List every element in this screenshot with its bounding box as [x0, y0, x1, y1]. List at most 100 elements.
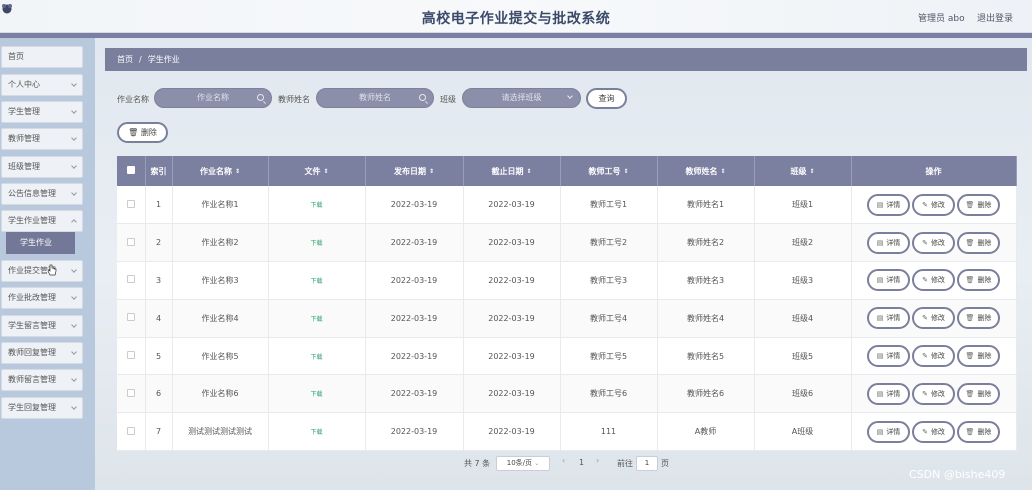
edit-button[interactable]: ✎ 修改: [912, 231, 955, 254]
edit-button[interactable]: ✎ 修改: [912, 307, 955, 330]
delete-button[interactable]: 🗑 删除: [957, 420, 1000, 443]
detail-icon: ▤: [876, 238, 884, 247]
sidebar-item-home[interactable]: 首页: [1, 46, 83, 68]
sort-icon[interactable]: ⇕: [235, 168, 240, 175]
column-header-teacher-id[interactable]: 教师工号 ⇕: [560, 156, 658, 186]
name-cell: 作业名称1: [172, 186, 269, 225]
detail-button[interactable]: ▤ 详情: [867, 307, 910, 330]
sidebar-item-students[interactable]: 学生管理: [1, 101, 83, 123]
current-page[interactable]: 1: [579, 458, 584, 467]
batch-delete-button[interactable]: 🗑 删除: [117, 122, 168, 143]
edit-button[interactable]: ✎ 修改: [912, 420, 955, 443]
delete-button[interactable]: 🗑 删除: [957, 193, 1000, 216]
sort-icon[interactable]: ⇕: [429, 168, 434, 175]
delete-button[interactable]: 🗑 删除: [957, 231, 1000, 254]
table-row: 1 作业名称1 下载 2022-03-19 2022-03-19 教师工号1 教…: [117, 186, 1017, 225]
download-link[interactable]: 下载: [310, 316, 322, 323]
detail-button[interactable]: ▤ 详情: [867, 420, 910, 443]
row-checkbox[interactable]: [126, 388, 135, 397]
delete-button[interactable]: 🗑 删除: [957, 382, 1000, 405]
sidebar-item-teacher-replies[interactable]: 教师回复管理: [1, 342, 83, 364]
page-size-select[interactable]: 10条/页 ⌄: [496, 456, 550, 471]
sidebar-item-submissions[interactable]: 作业提交管理: [1, 260, 83, 282]
row-select-cell[interactable]: [117, 337, 146, 376]
sidebar-item-profile[interactable]: 个人中心: [1, 74, 83, 96]
column-header-publish-date[interactable]: 发布日期 ⇕: [365, 156, 464, 186]
sidebar-item-homework[interactable]: 学生作业管理: [1, 210, 83, 232]
column-header-deadline[interactable]: 截止日期 ⇕: [463, 156, 561, 186]
select-all-header[interactable]: [117, 156, 146, 186]
teacher-name-input[interactable]: 教师姓名: [316, 88, 434, 108]
sidebar-item-classes[interactable]: 班级管理: [1, 156, 83, 178]
class-select[interactable]: 请选择班级: [462, 88, 581, 108]
next-page-button[interactable]: ›: [596, 456, 599, 465]
download-link[interactable]: 下载: [310, 391, 322, 398]
edit-button[interactable]: ✎ 修改: [912, 382, 955, 405]
row-checkbox[interactable]: [126, 237, 135, 246]
download-link[interactable]: 下载: [310, 202, 322, 209]
column-header-name[interactable]: 作业名称 ⇕: [172, 156, 269, 186]
sidebar-item-teachers[interactable]: 教师管理: [1, 128, 83, 150]
index-cell: 6: [145, 374, 173, 414]
row-checkbox[interactable]: [126, 199, 135, 208]
row-select-cell[interactable]: [117, 299, 146, 338]
row-select-cell[interactable]: [117, 186, 146, 225]
sort-icon[interactable]: ⇕: [623, 168, 628, 175]
sidebar-item-grading[interactable]: 作业批改管理: [1, 287, 83, 309]
prev-page-button[interactable]: ‹: [562, 456, 565, 465]
column-header-class[interactable]: 班级 ⇕: [754, 156, 852, 186]
delete-button[interactable]: 🗑 删除: [957, 269, 1000, 292]
delete-button[interactable]: 🗑 删除: [957, 307, 1000, 330]
row-checkbox[interactable]: [126, 351, 135, 360]
row-select-cell[interactable]: [117, 261, 146, 300]
publish-date-cell: 2022-03-19: [365, 299, 464, 338]
trash-icon: 🗑: [965, 389, 975, 398]
edit-button[interactable]: ✎ 修改: [912, 193, 955, 216]
download-link[interactable]: 下载: [310, 278, 322, 285]
sidebar-item-student-messages[interactable]: 学生留言管理: [1, 315, 83, 337]
actions-cell: ▤ 详情 ✎ 修改 🗑 删除: [851, 186, 1017, 225]
row-checkbox[interactable]: [126, 275, 135, 284]
sidebar-item-teacher-messages[interactable]: 教师留言管理: [1, 369, 83, 391]
watermark-text: CSDN @bishe409: [909, 468, 1006, 481]
row-select-cell[interactable]: [117, 412, 146, 452]
detail-button[interactable]: ▤ 详情: [867, 231, 910, 254]
column-header-teacher-name[interactable]: 教师姓名 ⇕: [657, 156, 755, 186]
sort-icon[interactable]: ⇕: [809, 168, 814, 175]
row-checkbox[interactable]: [126, 313, 135, 322]
delete-label: 删除: [977, 352, 992, 361]
sort-icon[interactable]: ⇕: [526, 168, 531, 175]
download-link[interactable]: 下载: [310, 240, 322, 247]
sidebar-item-student-replies[interactable]: 学生回复管理: [1, 397, 83, 419]
row-checkbox[interactable]: [126, 426, 135, 435]
column-header-file[interactable]: 文件 ⇕: [268, 156, 366, 186]
row-select-cell[interactable]: [117, 374, 146, 414]
chevron-down-icon: [71, 404, 77, 410]
delete-button[interactable]: 🗑 删除: [957, 345, 1000, 368]
search-icon: [419, 94, 426, 101]
detail-button[interactable]: ▤ 详情: [867, 269, 910, 292]
sort-icon[interactable]: ⇕: [323, 168, 328, 175]
breadcrumb-home[interactable]: 首页: [117, 55, 133, 64]
logout-link[interactable]: 退出登录: [977, 11, 1013, 24]
query-button[interactable]: 查询: [586, 88, 627, 109]
deadline-cell: 2022-03-19: [463, 337, 561, 376]
detail-button[interactable]: ▤ 详情: [867, 382, 910, 405]
homework-name-input[interactable]: 作业名称: [154, 88, 272, 108]
chevron-down-icon: [71, 108, 77, 114]
file-cell: 下载: [268, 223, 366, 263]
download-link[interactable]: 下载: [310, 354, 322, 361]
row-select-cell[interactable]: [117, 223, 146, 263]
detail-button[interactable]: ▤ 详情: [867, 193, 910, 216]
goto-page-input[interactable]: 1: [636, 456, 658, 471]
teacher-id-cell: 教师工号1: [560, 186, 658, 225]
edit-button[interactable]: ✎ 修改: [912, 345, 955, 368]
select-all-checkbox[interactable]: [126, 166, 135, 174]
download-link[interactable]: 下载: [310, 429, 322, 436]
sidebar-item-notices[interactable]: 公告信息管理: [1, 183, 83, 205]
column-header-label: 截止日期: [491, 166, 524, 176]
sidebar-subitem-student-homework[interactable]: 学生作业: [6, 232, 75, 254]
sort-icon[interactable]: ⇕: [720, 168, 725, 175]
edit-button[interactable]: ✎ 修改: [912, 269, 955, 292]
detail-button[interactable]: ▤ 详情: [867, 345, 910, 368]
